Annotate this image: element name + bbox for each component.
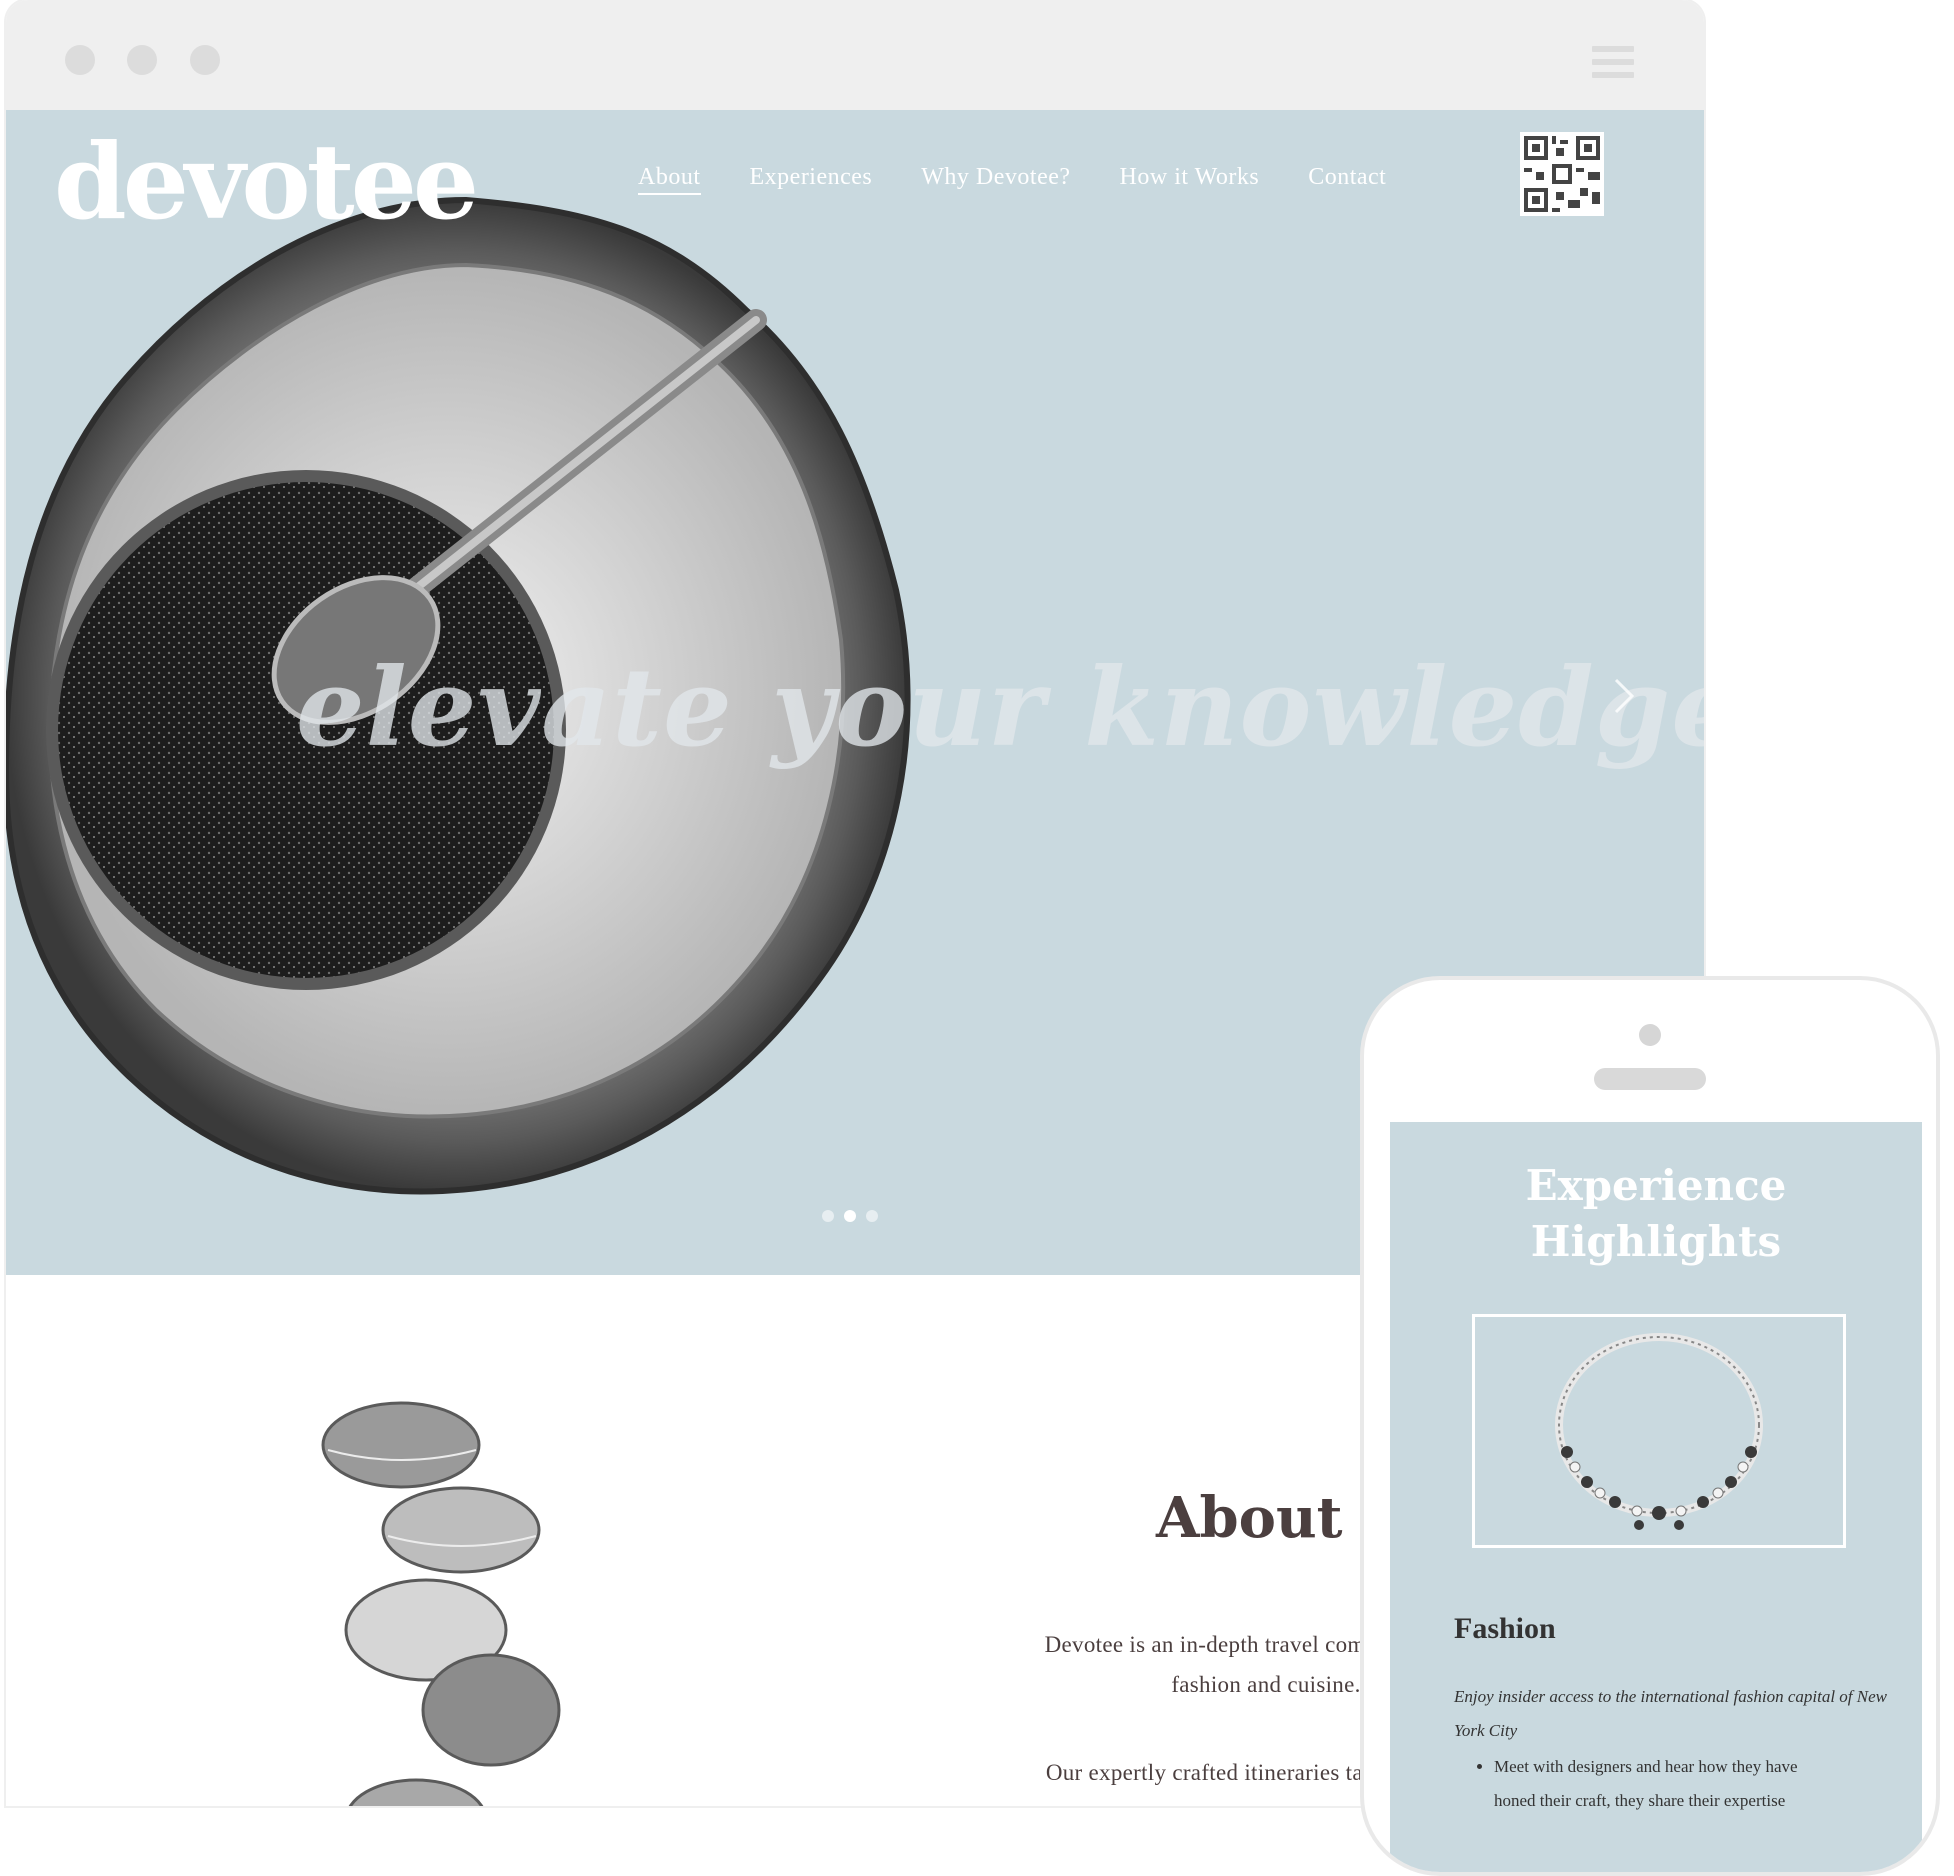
fashion-heading: Fashion	[1454, 1612, 1556, 1645]
nav-why-devotee[interactable]: Why Devotee?	[921, 164, 1070, 195]
heading-line-1: Experience	[1525, 1161, 1787, 1210]
hero-tagline: elevate your knowledge	[296, 645, 1704, 771]
fashion-description: Enjoy insider access to the internationa…	[1454, 1687, 1887, 1740]
chevron-right-icon[interactable]	[1610, 676, 1638, 716]
about-heading: About	[1156, 1485, 1343, 1551]
slider-indicators	[822, 1210, 878, 1222]
bullet-line-2: honed their craft, they share their expe…	[1494, 1791, 1786, 1810]
main-navigation: About Experiences Why Devotee? How it Wo…	[638, 164, 1386, 195]
qr-code-icon[interactable]	[1520, 132, 1604, 216]
phone-screen: Experience Highlights Fashion Enjoy insi…	[1390, 1122, 1922, 1872]
hamburger-menu-icon[interactable]	[1592, 46, 1634, 78]
slide-dot-active[interactable]	[844, 1210, 856, 1222]
window-minimize-dot[interactable]	[127, 45, 157, 75]
nav-experiences[interactable]: Experiences	[750, 164, 873, 195]
window-close-dot[interactable]	[65, 45, 95, 75]
list-item: Meet with designers and hear how they ha…	[1494, 1750, 1934, 1818]
slide-dot[interactable]	[866, 1210, 878, 1222]
nav-contact[interactable]: Contact	[1308, 164, 1386, 195]
nav-how-it-works[interactable]: How it Works	[1120, 164, 1260, 195]
about-p1-line2: fashion and cuisine.	[1171, 1672, 1361, 1697]
site-logo[interactable]: devotee	[54, 120, 479, 245]
experience-highlights-heading: Experience Highlights	[1390, 1158, 1922, 1270]
fashion-bullet-list: Meet with designers and hear how they ha…	[1454, 1750, 1934, 1818]
phone-camera	[1639, 1024, 1661, 1046]
phone-mockup: Experience Highlights Fashion Enjoy insi…	[1360, 976, 1940, 1876]
slide-dot[interactable]	[822, 1210, 834, 1222]
macarons-image	[321, 1401, 561, 1806]
phone-speaker	[1594, 1068, 1706, 1090]
necklace-image-frame[interactable]	[1472, 1314, 1846, 1548]
heading-line-2: Highlights	[1530, 1217, 1782, 1266]
bullet-line-1: Meet with designers and hear how they ha…	[1494, 1757, 1798, 1776]
browser-title-bar	[6, 0, 1704, 110]
nav-about[interactable]: About	[638, 164, 701, 195]
necklace-image	[1555, 1333, 1763, 1530]
window-maximize-dot[interactable]	[190, 45, 220, 75]
